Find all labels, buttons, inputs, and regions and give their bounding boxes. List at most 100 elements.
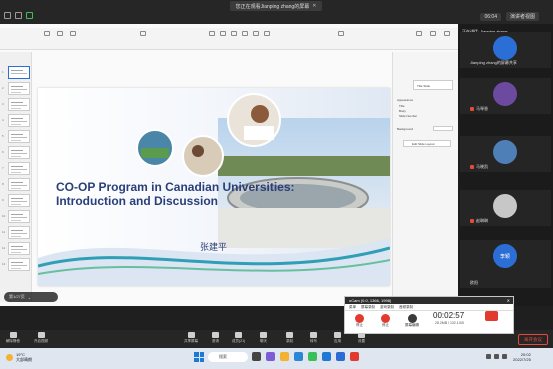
close-icon[interactable]: ✕ [507, 298, 510, 303]
start-button[interactable] [194, 352, 204, 362]
members-icon [235, 332, 243, 338]
text-button[interactable] [229, 31, 239, 40]
volume-icon[interactable] [494, 354, 499, 359]
slide-thumbnail[interactable]: 7 [2, 162, 30, 175]
participant-tile[interactable]: Jianping zhang的屏幕共享 [460, 32, 551, 68]
slide-thumbnail[interactable]: 13 [2, 258, 30, 271]
apps-button[interactable]: 应用 [334, 332, 341, 344]
leave-meeting-button[interactable]: 离开会议 [518, 334, 548, 345]
close-icon[interactable]: ✕ [312, 3, 316, 9]
taskbar-clock[interactable]: 20:02 2022/7/25 [513, 352, 531, 362]
document-icon [444, 31, 450, 36]
slide-thumbnail[interactable]: 5 [2, 130, 30, 143]
play-button[interactable] [138, 31, 148, 40]
slide-number-checkbox[interactable]: Slide Number [399, 114, 417, 118]
slide-thumbnail[interactable]: 2 [2, 82, 30, 95]
slide-thumbnail[interactable]: 11 [2, 226, 30, 239]
task-view-icon[interactable] [252, 352, 261, 361]
slide-thumbnail[interactable]: 4 [2, 114, 30, 127]
slide-thumbnail[interactable]: 10 [2, 210, 30, 223]
weather-widget[interactable]: 19°C 大部晴朗 [6, 352, 32, 362]
transcribe-button[interactable]: 转写 [310, 332, 317, 344]
battery-icon[interactable] [502, 354, 507, 359]
slide-thumbnail[interactable]: 6 [2, 146, 30, 159]
stop-record-button[interactable]: 停止 [355, 314, 364, 328]
signal-icon[interactable] [26, 12, 33, 19]
slide-thumbnail[interactable]: 12 [2, 242, 30, 255]
share-screen-button[interactable]: 共享屏幕 [184, 332, 198, 344]
wifi-icon[interactable] [486, 354, 491, 359]
shield-icon[interactable] [15, 12, 22, 19]
avatar: 李颖 [493, 244, 517, 268]
table-button[interactable] [207, 31, 217, 40]
body-checkbox[interactable]: Body [399, 109, 406, 113]
page-indicator-text: 第1/27页 [9, 294, 25, 299]
unmute-button[interactable]: 解除静音 [6, 332, 20, 344]
edge-icon[interactable] [294, 352, 303, 361]
menu-item[interactable]: 屏幕录制 [361, 305, 375, 310]
participant-name: 欧阳 [470, 280, 478, 285]
background-label: Background [397, 127, 414, 131]
menu-item[interactable]: 菜单 [349, 305, 356, 310]
pause-button[interactable]: 停止 [381, 314, 390, 328]
menu-item[interactable]: 音频录制 [399, 305, 413, 310]
document-button[interactable] [442, 31, 452, 40]
comment-button[interactable] [262, 31, 272, 40]
add-slide-button[interactable] [68, 31, 78, 40]
screen-share-banner[interactable]: 您正在观看Jianping zhang的屏幕 ✕ [230, 1, 322, 11]
slide-thumbnail[interactable]: 8 [2, 178, 30, 191]
collaborate-button[interactable] [336, 31, 346, 40]
slide-title: CO-OP Program in Canadian Universities: … [56, 180, 295, 208]
wechat-icon[interactable] [308, 352, 317, 361]
participant-tile[interactable]: 赵琳琳 [460, 190, 551, 226]
appearance-label: Appearance [397, 98, 414, 102]
taskbar-search[interactable]: 搜索 [208, 352, 248, 362]
participant-tile[interactable]: 马琴香 [460, 78, 551, 114]
speaker-view-button[interactable]: 演讲者视图 [505, 12, 539, 21]
zoom-tool-button[interactable] [55, 31, 65, 40]
participant-tile[interactable]: 欧阳 [460, 274, 551, 288]
slide-thumbnail[interactable]: 3 [2, 98, 30, 111]
recording-time: 00:02:57 [433, 311, 465, 320]
media-button[interactable] [251, 31, 261, 40]
info-icon[interactable] [4, 12, 11, 19]
ocam-taskbar-icon[interactable] [350, 352, 359, 361]
background-color-well[interactable] [433, 126, 453, 131]
file-explorer-icon[interactable] [280, 352, 289, 361]
store-icon[interactable] [336, 352, 345, 361]
screen-edit-button[interactable]: 屏幕编辑 [405, 314, 419, 328]
recorder-title: oCam (0.0, 1366, 1998) [349, 298, 392, 303]
collaborate-icon [338, 31, 344, 36]
record-button[interactable]: 录制 [286, 332, 293, 344]
play-icon [140, 31, 146, 36]
chart-button[interactable] [218, 31, 228, 40]
participant-tile[interactable]: 李颖 [460, 240, 551, 276]
avatar [493, 140, 517, 164]
participant-name: 马晓凯 [470, 164, 488, 170]
menu-item[interactable]: 游戏录制 [380, 305, 394, 310]
avatar [493, 36, 517, 60]
members-button[interactable]: 成员(21) [232, 332, 245, 344]
slide-thumbnail[interactable]: 1 [2, 66, 30, 79]
page-indicator[interactable]: 第1/27页 ⌄ [4, 292, 58, 302]
chat-button[interactable]: 聊天 [260, 332, 267, 344]
shape-icon [242, 31, 248, 36]
participant-tile[interactable]: 马晓凯 [460, 136, 551, 172]
slide-thumbnail[interactable]: 9 [2, 194, 30, 207]
recorder-titlebar[interactable]: oCam (0.0, 1366, 1998) ✕ [345, 297, 513, 304]
teams-icon[interactable] [266, 352, 275, 361]
animate-button[interactable] [428, 31, 438, 40]
video-button[interactable]: 开启视频 [34, 332, 48, 344]
stop-icon [355, 314, 364, 323]
chat-icon [260, 332, 267, 338]
title-checkbox[interactable]: Title [399, 104, 405, 108]
weather-text: 大部晴朗 [16, 357, 32, 362]
zoom-icon [57, 31, 63, 36]
shape-button[interactable] [240, 31, 250, 40]
view-tool-button[interactable] [42, 31, 52, 40]
slide-navigator: 1 2 3 4 5 6 7 8 9 10 11 12 13 [0, 52, 32, 302]
format-button[interactable] [414, 31, 424, 40]
invite-button[interactable]: 邀请 [212, 332, 219, 344]
meeting-app-icon[interactable] [322, 352, 331, 361]
camera-icon [37, 332, 45, 338]
